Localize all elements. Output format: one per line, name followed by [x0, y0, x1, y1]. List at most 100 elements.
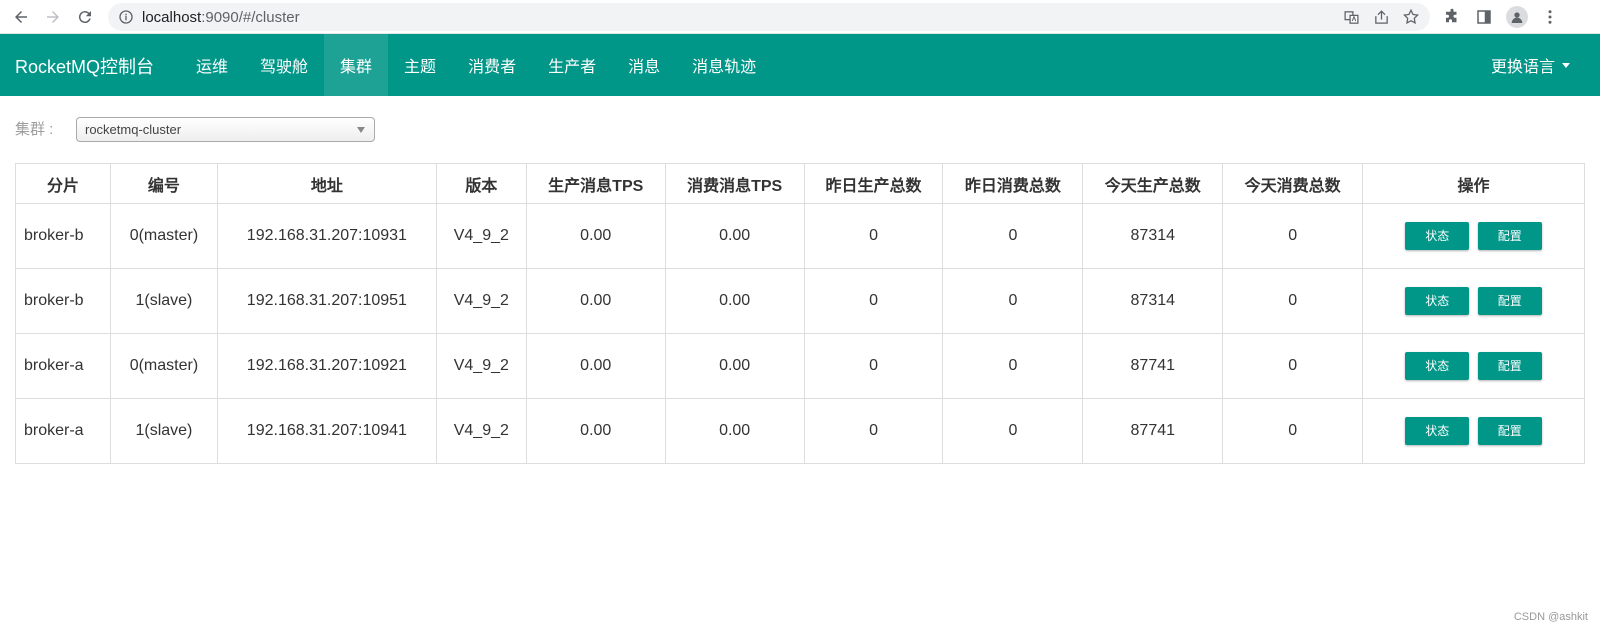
more-menu-icon[interactable] — [1540, 7, 1560, 27]
config-button[interactable]: 配置 — [1477, 352, 1542, 380]
cell-operation: 状态 配置 — [1362, 333, 1585, 399]
brand-title[interactable]: RocketMQ控制台 — [15, 53, 154, 79]
cluster-select-value: rocketmq-cluster — [85, 122, 182, 137]
url-text: localhost:9090/#/cluster — [142, 8, 300, 26]
cell-yesterday-produce: 0 — [803, 268, 944, 334]
nav-item-consumer[interactable]: 消费者 — [452, 34, 532, 96]
cell-yesterday-produce: 0 — [803, 333, 944, 399]
cell-today-produce: 87314 — [1082, 203, 1224, 269]
chevron-down-icon — [357, 127, 365, 133]
cell-produce-tps: 0.00 — [525, 398, 666, 464]
cell-yesterday-consume: 0 — [942, 203, 1084, 269]
status-button[interactable]: 状态 — [1405, 352, 1470, 380]
cell-shard: broker-b — [15, 203, 111, 269]
cell-produce-tps: 0.00 — [525, 333, 666, 399]
header-operation: 操作 — [1362, 163, 1585, 204]
watermark: CSDN @ashkit — [1513, 611, 1588, 623]
nav-item-cluster[interactable]: 集群 — [324, 34, 389, 96]
cell-version: V4_9_2 — [435, 398, 527, 464]
config-button[interactable]: 配置 — [1477, 222, 1542, 250]
status-button[interactable]: 状态 — [1405, 417, 1470, 445]
header-today-consume: 今天消费总数 — [1222, 163, 1364, 204]
cell-version: V4_9_2 — [435, 203, 527, 269]
cell-today-consume: 0 — [1222, 203, 1364, 269]
cell-address: 192.168.31.207:10951 — [216, 268, 437, 334]
cell-shard: broker-b — [15, 268, 111, 334]
table-row: broker-a 1(slave) 192.168.31.207:10941 V… — [15, 398, 1585, 464]
cell-address: 192.168.31.207:10921 — [216, 333, 437, 399]
cell-id: 0(master) — [109, 333, 218, 399]
nav-item-dashboard[interactable]: 驾驶舱 — [244, 34, 324, 96]
cell-operation: 状态 配置 — [1362, 268, 1585, 334]
config-button[interactable]: 配置 — [1477, 287, 1542, 315]
address-bar[interactable]: localhost:9090/#/cluster — [108, 3, 1430, 31]
status-button[interactable]: 状态 — [1405, 222, 1470, 250]
cluster-select[interactable]: rocketmq-cluster — [76, 117, 375, 142]
cell-today-consume: 0 — [1222, 333, 1364, 399]
app-navbar: RocketMQ控制台 运维 驾驶舱 集群 主题 消费者 生产者 消息 消息轨迹… — [0, 34, 1600, 96]
cell-address: 192.168.31.207:10941 — [216, 398, 437, 464]
cell-shard: broker-a — [15, 398, 111, 464]
header-address: 地址 — [216, 163, 437, 204]
language-label: 更换语言 — [1490, 59, 1555, 76]
cell-today-produce: 87741 — [1082, 398, 1224, 464]
header-id: 编号 — [109, 163, 218, 204]
cell-consume-tps: 0.00 — [664, 268, 805, 334]
nav-item-producer[interactable]: 生产者 — [532, 34, 612, 96]
cell-consume-tps: 0.00 — [664, 333, 805, 399]
nav-item-topic[interactable]: 主题 — [388, 34, 452, 96]
forward-icon[interactable] — [42, 6, 64, 28]
browser-toolbar: localhost:9090/#/cluster — [0, 0, 1600, 34]
cell-yesterday-consume: 0 — [942, 333, 1084, 399]
cell-consume-tps: 0.00 — [664, 398, 805, 464]
share-icon[interactable] — [1372, 8, 1390, 26]
table-row: broker-b 0(master) 192.168.31.207:10931 … — [15, 203, 1585, 269]
back-icon[interactable] — [10, 6, 32, 28]
cluster-label: 集群 : — [15, 121, 54, 138]
header-shard: 分片 — [15, 163, 111, 204]
cell-yesterday-consume: 0 — [942, 268, 1084, 334]
side-panel-icon[interactable] — [1474, 7, 1494, 27]
cell-consume-tps: 0.00 — [664, 203, 805, 269]
reload-icon[interactable] — [74, 6, 96, 28]
cell-shard: broker-a — [15, 333, 111, 399]
bookmark-star-icon[interactable] — [1402, 8, 1420, 26]
cell-yesterday-produce: 0 — [803, 203, 944, 269]
cell-id: 1(slave) — [109, 268, 218, 334]
cell-produce-tps: 0.00 — [525, 203, 666, 269]
nav-item-ops[interactable]: 运维 — [180, 34, 244, 96]
broker-table: 分片 编号 地址 版本 生产消息TPS 消费消息TPS 昨日生产总数 昨日消费总… — [15, 163, 1585, 464]
table-header-row: 分片 编号 地址 版本 生产消息TPS 消费消息TPS 昨日生产总数 昨日消费总… — [15, 163, 1585, 204]
cell-operation: 状态 配置 — [1362, 398, 1585, 464]
translate-icon[interactable] — [1342, 8, 1360, 26]
status-button[interactable]: 状态 — [1405, 287, 1470, 315]
header-produce-tps: 生产消息TPS — [525, 163, 666, 204]
cell-operation: 状态 配置 — [1362, 203, 1585, 269]
cell-today-produce: 87314 — [1082, 268, 1224, 334]
info-icon[interactable] — [118, 9, 134, 25]
language-dropdown[interactable]: 更换语言 — [1491, 34, 1570, 96]
profile-avatar-icon[interactable] — [1506, 6, 1528, 28]
header-consume-tps: 消费消息TPS — [664, 163, 805, 204]
cell-id: 0(master) — [109, 203, 218, 269]
header-yesterday-consume: 昨日消费总数 — [942, 163, 1084, 204]
cell-address: 192.168.31.207:10931 — [216, 203, 437, 269]
extensions-icon[interactable] — [1442, 7, 1462, 27]
cell-yesterday-produce: 0 — [803, 398, 944, 464]
nav-menu: 运维 驾驶舱 集群 主题 消费者 生产者 消息 消息轨迹 — [180, 34, 772, 96]
cell-version: V4_9_2 — [435, 333, 527, 399]
cell-version: V4_9_2 — [435, 268, 527, 334]
header-version: 版本 — [435, 163, 527, 204]
nav-item-message[interactable]: 消息 — [612, 34, 676, 96]
cell-today-consume: 0 — [1222, 398, 1364, 464]
cell-yesterday-consume: 0 — [942, 398, 1084, 464]
caret-down-icon — [1562, 62, 1570, 68]
cell-produce-tps: 0.00 — [525, 268, 666, 334]
nav-item-message-trace[interactable]: 消息轨迹 — [676, 34, 772, 96]
header-yesterday-produce: 昨日生产总数 — [803, 163, 944, 204]
cell-id: 1(slave) — [109, 398, 218, 464]
config-button[interactable]: 配置 — [1477, 417, 1542, 445]
cell-today-produce: 87741 — [1082, 333, 1224, 399]
table-row: broker-a 0(master) 192.168.31.207:10921 … — [15, 333, 1585, 399]
cell-today-consume: 0 — [1222, 268, 1364, 334]
